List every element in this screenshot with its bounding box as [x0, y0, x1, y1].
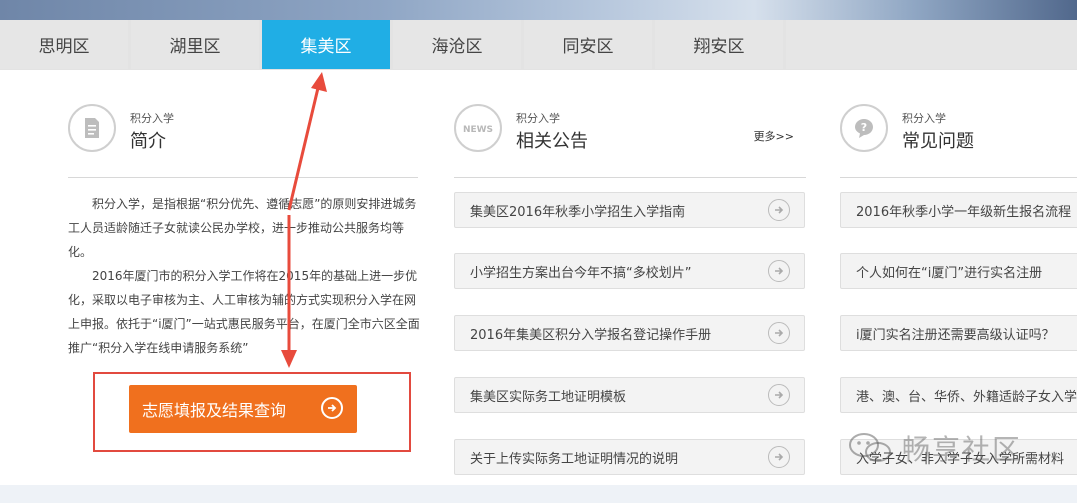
news-item[interactable]: 集美区实际务工地证明模板 [454, 377, 805, 413]
intro-title: 简介 [130, 131, 166, 152]
news-item-label: 关于上传实际务工地证明情况的说明 [470, 451, 679, 467]
arrow-right-icon [321, 397, 343, 419]
document-icon [68, 104, 116, 152]
faq-item-label: 2016年秋季小学一年级新生报名流程 [856, 204, 1072, 220]
news-item[interactable]: 关于上传实际务工地证明情况的说明 [454, 439, 805, 475]
svg-text:?: ? [861, 121, 867, 134]
faq-item[interactable]: 2016年秋季小学一年级新生报名流程 [840, 192, 1077, 228]
question-icon: ? [840, 104, 888, 152]
news-item[interactable]: 2016年集美区积分入学报名登记操作手册 [454, 315, 805, 351]
intro-subtitle: 积分入学 [130, 112, 174, 125]
tab-tongan[interactable]: 同安区 [524, 20, 652, 69]
arrow-right-icon [768, 446, 790, 468]
news-header: NEWS 积分入学 相关公告 更多>> [454, 70, 806, 178]
tab-siming[interactable]: 思明区 [0, 20, 128, 69]
faq-item-label: 港、澳、台、华侨、外籍适龄子女入学 [856, 389, 1077, 405]
intro-paragraph: 2016年厦门市的积分入学工作将在2015年的基础上进一步优化，采取以电子审核为… [68, 269, 420, 355]
faq-section: ? 积分入学 常见问题 2016年秋季小学一年级新生报名流程 个人如何在“i厦门… [840, 70, 1077, 485]
news-subtitle: 积分入学 [516, 112, 560, 125]
news-item-label: 小学招生方案出台今年不搞“多校划片” [470, 265, 692, 281]
news-item-label: 集美区实际务工地证明模板 [470, 389, 627, 405]
news-icon: NEWS [454, 104, 502, 152]
district-tabs: 思明区 湖里区 集美区 海沧区 同安区 翔安区 [0, 20, 1077, 70]
top-banner [0, 0, 1077, 20]
tab-bar-filler [786, 20, 1077, 69]
main-content: 积分入学 简介 积分入学，是指根据“积分优先、遵循志愿”的原则安排进城务工人员适… [0, 70, 1077, 485]
faq-title: 常见问题 [902, 131, 974, 152]
intro-paragraph: 积分入学，是指根据“积分优先、遵循志愿”的原则安排进城务工人员适龄随迁子女就读公… [68, 197, 417, 259]
news-item[interactable]: 集美区2016年秋季小学招生入学指南 [454, 192, 805, 228]
news-item[interactable]: 小学招生方案出台今年不搞“多校划片” [454, 253, 805, 289]
faq-item-label: i厦门实名注册还需要高级认证吗？ [856, 327, 1055, 343]
faq-header: ? 积分入学 常见问题 [840, 70, 1077, 178]
faq-subtitle: 积分入学 [902, 112, 946, 125]
tab-xiangan[interactable]: 翔安区 [655, 20, 783, 69]
news-section: NEWS 积分入学 相关公告 更多>> 集美区2016年秋季小学招生入学指南 小… [454, 70, 806, 485]
more-link[interactable]: 更多>> [754, 128, 794, 144]
faq-item[interactable]: i厦门实名注册还需要高级认证吗？ [840, 315, 1077, 351]
faq-item[interactable]: 个人如何在“i厦门”进行实名注册 [840, 253, 1077, 289]
watermark-text: 畅享社区 [902, 433, 1023, 466]
faq-item[interactable]: 港、澳、台、华侨、外籍适龄子女入学 [840, 377, 1077, 413]
tab-jimei[interactable]: 集美区 [262, 20, 390, 69]
faq-item-label: 个人如何在“i厦门”进行实名注册 [856, 265, 1043, 281]
arrow-right-icon [768, 260, 790, 282]
volunteer-query-button[interactable]: 志愿填报及结果查询 [129, 385, 357, 433]
intro-text: 积分入学，是指根据“积分优先、遵循志愿”的原则安排进城务工人员适龄随迁子女就读公… [68, 192, 420, 360]
volunteer-query-label: 志愿填报及结果查询 [142, 401, 287, 420]
intro-section: 积分入学 简介 积分入学，是指根据“积分优先、遵循志愿”的原则安排进城务工人员适… [68, 70, 420, 485]
arrow-right-icon [768, 384, 790, 406]
wechat-icon [849, 433, 891, 462]
watermark: 畅享社区 [848, 428, 1022, 468]
arrow-right-icon [768, 199, 790, 221]
svg-text:NEWS: NEWS [463, 125, 493, 135]
arrow-right-icon [768, 322, 790, 344]
tab-haicang[interactable]: 海沧区 [393, 20, 521, 69]
tab-huli[interactable]: 湖里区 [131, 20, 259, 69]
news-item-label: 2016年集美区积分入学报名登记操作手册 [470, 327, 712, 343]
intro-header: 积分入学 简介 [68, 70, 418, 178]
footer-strip [0, 485, 1077, 503]
news-item-label: 集美区2016年秋季小学招生入学指南 [470, 204, 686, 220]
news-title: 相关公告 [516, 131, 588, 152]
